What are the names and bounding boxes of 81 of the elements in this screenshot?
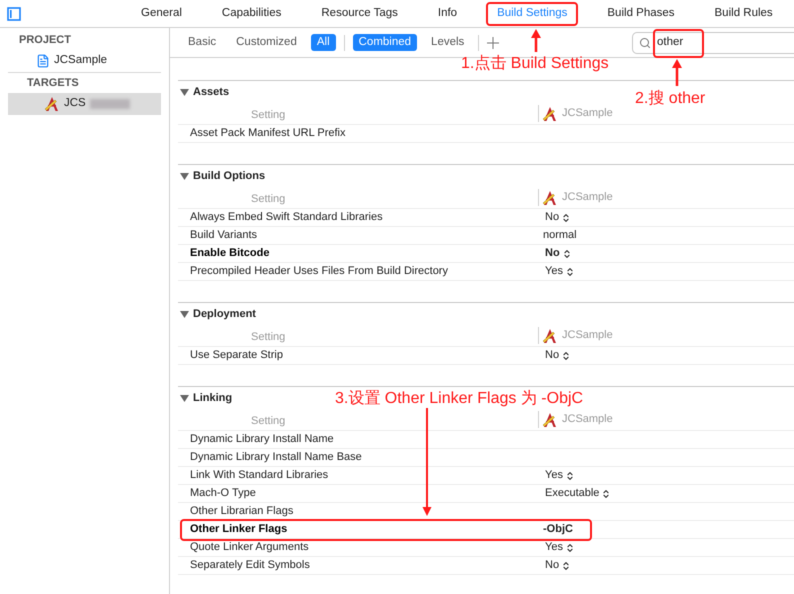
filter-button[interactable]: Combined bbox=[352, 34, 418, 51]
setting-value-popup[interactable]: Executable bbox=[545, 485, 612, 502]
setting-name: Asset Pack Manifest URL Prefix bbox=[190, 126, 346, 142]
setting-value-popup[interactable]: No bbox=[545, 347, 572, 364]
filter-button[interactable]: Customized bbox=[230, 34, 303, 51]
tab[interactable]: Build Settings bbox=[486, 2, 578, 26]
setting-name: Quote Linker Arguments bbox=[190, 540, 309, 556]
column-header: Setting bbox=[251, 192, 286, 204]
setting-name: Always Embed Swift Standard Libraries bbox=[190, 210, 383, 226]
sidebar-item-label: JCSample bbox=[54, 53, 108, 68]
stepper-icon bbox=[562, 248, 572, 258]
stepper-icon bbox=[564, 542, 575, 552]
stepper-icon bbox=[561, 350, 572, 360]
tab[interactable]: Capabilities bbox=[210, 2, 292, 26]
setting-value-popup[interactable]: Yes bbox=[545, 467, 575, 484]
setting-name: Dynamic Library Install Name Base bbox=[190, 450, 362, 466]
column-header: Setting bbox=[251, 330, 286, 342]
stepper-icon bbox=[561, 560, 572, 570]
setting-value: -ObjC bbox=[543, 522, 574, 538]
setting-name: Use Separate Strip bbox=[190, 348, 283, 364]
arrow-annotation bbox=[531, 29, 541, 52]
tab[interactable]: Info bbox=[426, 2, 468, 26]
setting-value-popup[interactable]: No bbox=[545, 209, 572, 226]
section-title: Linking bbox=[193, 390, 232, 406]
search-input[interactable]: other bbox=[657, 34, 757, 52]
setting-value-popup[interactable]: Yes bbox=[545, 263, 575, 280]
setting-name: Other Linker Flags bbox=[190, 522, 288, 538]
setting-name: Enable Bitcode bbox=[190, 246, 270, 262]
filter-button[interactable]: All bbox=[310, 34, 336, 51]
disclosure-triangle-icon[interactable] bbox=[180, 172, 189, 180]
setting-value-popup[interactable]: No bbox=[545, 245, 572, 262]
sidebar-item-label: JCS bbox=[64, 96, 86, 112]
stepper-icon bbox=[601, 488, 612, 498]
tab[interactable]: Build Rules bbox=[704, 2, 784, 26]
app-target-icon bbox=[542, 190, 558, 206]
sidebar-item[interactable]: JCS bbox=[8, 93, 161, 115]
annotation-text: 3.设置 Other Linker Flags 为 -ObjC bbox=[335, 388, 584, 409]
tab[interactable]: Resource Tags bbox=[310, 2, 409, 26]
app-target-icon bbox=[44, 96, 60, 112]
setting-name: Precompiled Header Uses Files From Build Directory bbox=[190, 264, 448, 280]
setting-value: normal bbox=[543, 228, 578, 244]
column-header: JCSample bbox=[562, 328, 613, 344]
tab[interactable]: General bbox=[130, 2, 193, 26]
setting-name: Dynamic Library Install Name bbox=[190, 432, 334, 448]
filter-button[interactable]: Basic bbox=[182, 34, 222, 51]
arrow-annotation bbox=[672, 59, 682, 86]
sidebar-heading: TARGETS bbox=[26, 76, 80, 91]
setting-name: Separately Edit Symbols bbox=[190, 558, 310, 574]
sidebar-toggle-icon[interactable] bbox=[7, 6, 21, 20]
stepper-icon bbox=[564, 470, 575, 480]
column-header: Setting bbox=[251, 414, 286, 426]
search-icon bbox=[639, 36, 651, 48]
sidebar-item[interactable]: JCSample bbox=[0, 50, 169, 72]
setting-name: Mach-O Type bbox=[190, 486, 256, 502]
setting-name: Build Variants bbox=[190, 228, 258, 244]
section-title: Build Options bbox=[193, 168, 266, 184]
disclosure-triangle-icon[interactable] bbox=[180, 394, 189, 402]
setting-name: Other Librarian Flags bbox=[190, 504, 294, 520]
annotation-text: 2.搜 other bbox=[635, 88, 706, 109]
annotation-text: 1.点击 Build Settings bbox=[461, 54, 609, 74]
column-header: JCSample bbox=[562, 190, 613, 206]
disclosure-triangle-icon[interactable] bbox=[180, 310, 189, 318]
setting-value-popup[interactable]: Yes bbox=[545, 539, 575, 556]
section-title: Assets bbox=[193, 84, 230, 100]
column-header: Setting bbox=[251, 108, 286, 120]
setting-value-popup[interactable]: No bbox=[545, 557, 572, 574]
column-header: JCSample bbox=[562, 412, 613, 428]
project-file-icon bbox=[36, 54, 50, 68]
disclosure-triangle-icon[interactable] bbox=[180, 88, 189, 96]
column-header: JCSample bbox=[562, 106, 613, 122]
filter-button[interactable]: Levels bbox=[425, 34, 470, 51]
sidebar-heading: PROJECT bbox=[18, 32, 72, 48]
tab[interactable]: Build Phases bbox=[596, 2, 686, 26]
stepper-icon bbox=[561, 212, 572, 222]
app-target-icon bbox=[542, 106, 558, 122]
plus-icon[interactable] bbox=[487, 36, 500, 48]
section-title: Deployment bbox=[193, 306, 256, 322]
app-target-icon bbox=[542, 328, 558, 344]
app-target-icon bbox=[542, 412, 558, 428]
setting-name: Link With Standard Libraries bbox=[190, 468, 328, 484]
stepper-icon bbox=[564, 266, 575, 276]
